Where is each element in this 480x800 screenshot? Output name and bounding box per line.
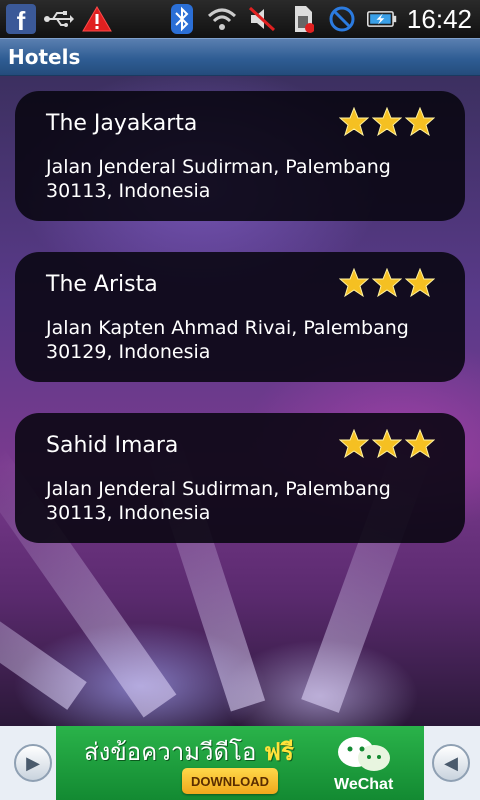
hotel-address: Jalan Kapten Ahmad Rivai, Palembang 3012… — [46, 317, 409, 363]
title-bar: Hotels — [0, 38, 480, 76]
warning-icon — [82, 4, 112, 34]
ad-download-button[interactable]: DOWNLOAD — [182, 768, 278, 794]
hotel-card[interactable]: Sahid Imara Jalan Jenderal Sudirman, Pal… — [15, 413, 465, 543]
star-icon — [405, 107, 435, 137]
star-icon — [372, 107, 402, 137]
hotel-name: Sahid Imara — [46, 433, 179, 458]
wechat-logo-icon — [338, 737, 390, 771]
star-icon — [339, 429, 369, 459]
ad-play-button[interactable]: ▶ — [14, 744, 52, 782]
bluetooth-icon — [167, 4, 197, 34]
wifi-icon — [207, 4, 237, 34]
no-signal-icon — [327, 4, 357, 34]
star-icon — [339, 107, 369, 137]
ad-brand-label: WeChat — [334, 776, 394, 793]
hotel-name: The Arista — [46, 272, 158, 297]
hotel-address: Jalan Jenderal Sudirman, Palembang 30113… — [46, 478, 391, 524]
battery-charging-icon — [366, 4, 397, 34]
hotel-card[interactable]: The Arista Jalan Kapten Ahmad Rivai, Pal… — [15, 252, 465, 382]
star-rating — [339, 429, 435, 459]
star-icon — [372, 268, 402, 298]
hotel-card[interactable]: The Jayakarta Jalan Jenderal Sudirman, P… — [15, 91, 465, 221]
mute-icon — [247, 4, 277, 34]
ad-back-button[interactable]: ◀ — [432, 744, 470, 782]
status-bar: f 16:42 — [0, 0, 480, 38]
star-icon — [339, 268, 369, 298]
star-icon — [405, 429, 435, 459]
sim-icon — [287, 4, 317, 34]
page-title: Hotels — [8, 45, 81, 69]
star-rating — [339, 107, 435, 137]
hotel-name: The Jayakarta — [46, 111, 198, 136]
hotel-list[interactable]: The Jayakarta Jalan Jenderal Sudirman, P… — [0, 76, 480, 726]
usb-icon — [44, 4, 74, 34]
star-icon — [405, 268, 435, 298]
ad-banner[interactable]: ▶ ◀ ส่งข้อความวีดีโอ ฟรี DOWNLOAD WeChat — [0, 726, 480, 800]
clock: 16:42 — [406, 3, 472, 34]
star-rating — [339, 268, 435, 298]
star-icon — [372, 429, 402, 459]
ad-headline-text: ส่งข้อความวีดีโอ — [84, 738, 257, 766]
ad-free-label: ฟรี — [264, 738, 294, 766]
hotel-address: Jalan Jenderal Sudirman, Palembang 30113… — [46, 156, 391, 202]
facebook-icon: f — [6, 4, 36, 34]
ad-headline: ส่งข้อความวีดีโอ ฟรี — [84, 732, 294, 771]
